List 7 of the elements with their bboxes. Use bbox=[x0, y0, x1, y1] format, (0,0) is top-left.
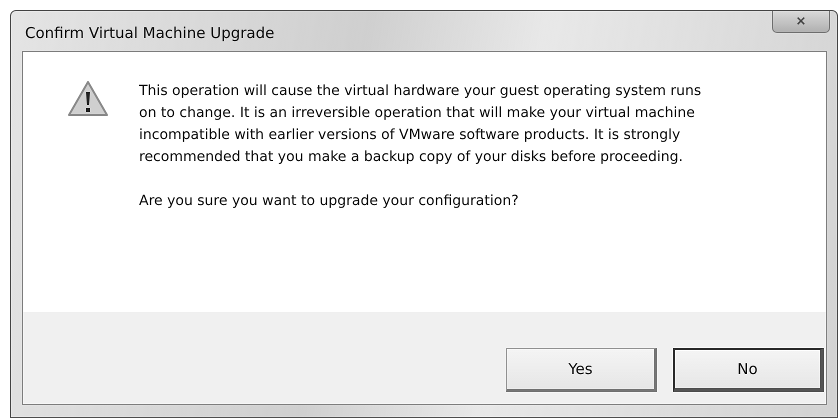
window-title: Confirm Virtual Machine Upgrade bbox=[25, 24, 274, 42]
yes-button[interactable]: Yes bbox=[506, 348, 657, 392]
close-button[interactable]: × bbox=[772, 11, 830, 33]
warning-message: This operation will cause the virtual hardware your guest operating system runs on to change. It is an irreversible operation that will make your virtual machine incompatible with earlier versions of VMware software products. It is strongly recommended that you make a backup copy of your disks before proceeding. bbox=[139, 82, 702, 167]
no-button[interactable]: No bbox=[673, 348, 824, 392]
warning-icon bbox=[67, 80, 109, 118]
confirmation-question: Are you sure you want to upgrade your configuration? bbox=[139, 192, 520, 211]
